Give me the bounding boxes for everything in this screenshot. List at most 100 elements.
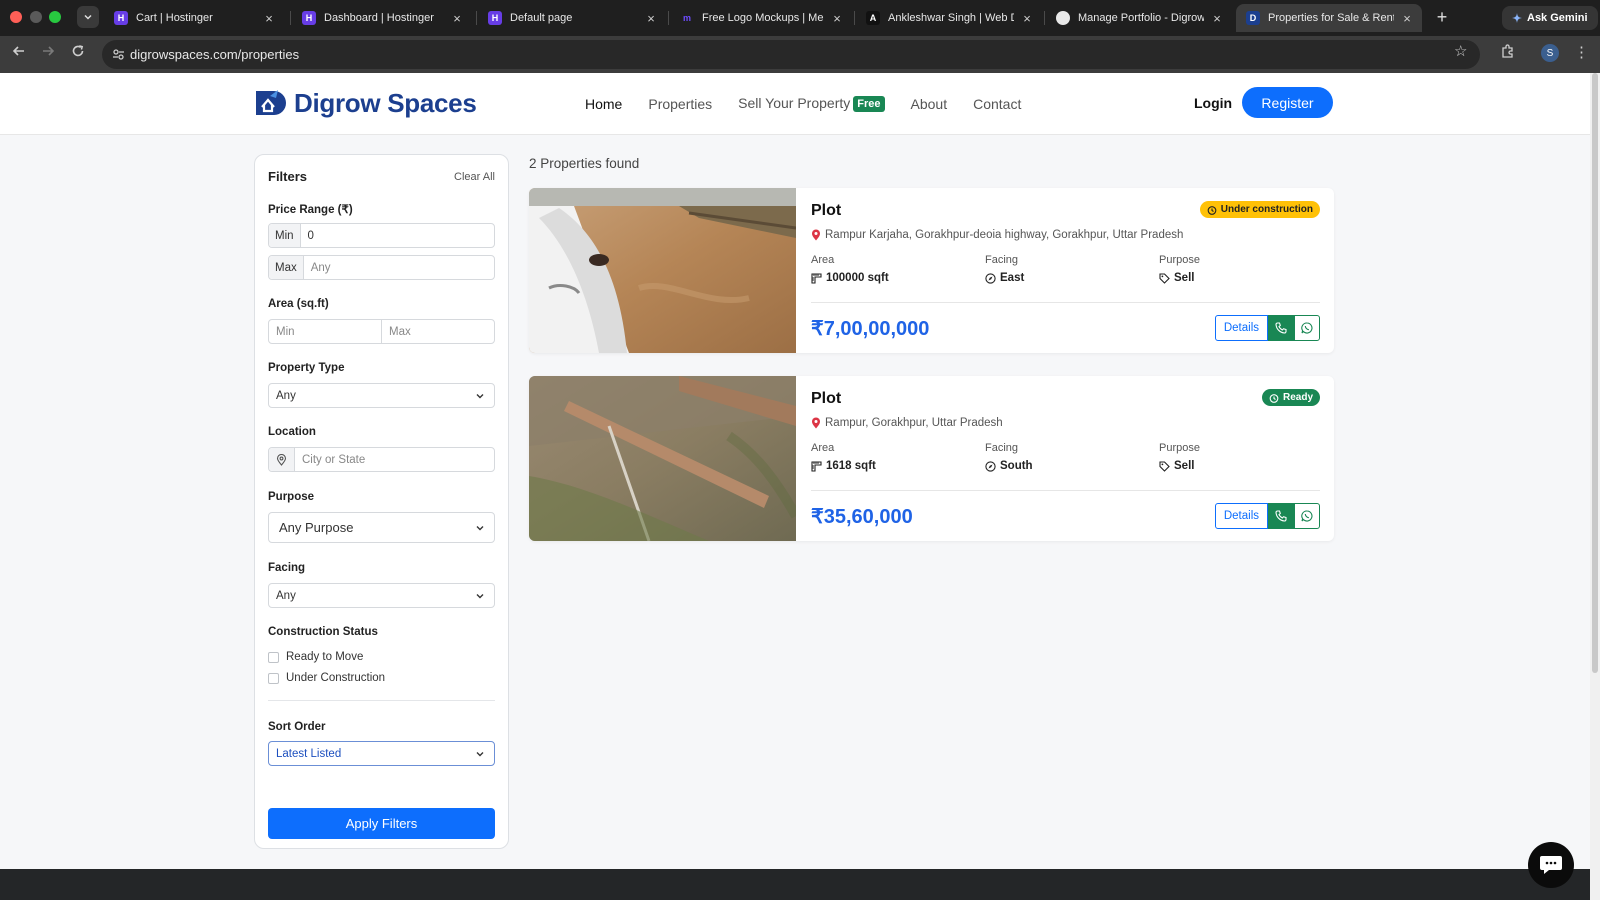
browser-tab[interactable]: m Free Logo Mockups | Media × — [670, 4, 852, 32]
status-badge-label: Ready — [1282, 392, 1313, 403]
window-maximize-button[interactable] — [49, 11, 61, 23]
main-nav: Home Properties Sell Your Property Free A… — [585, 95, 1047, 112]
browser-menu-icon[interactable]: ⋮ — [1574, 43, 1589, 61]
browser-tab[interactable]: H Default page × — [478, 4, 666, 32]
area-spec: Area 100000 sqft — [811, 254, 889, 284]
hostinger-icon: H — [302, 11, 316, 25]
arrow-left-icon — [12, 46, 24, 56]
price-min-input[interactable]: Min 0 — [268, 223, 495, 248]
price-max-input[interactable]: Max Any — [268, 255, 495, 280]
purpose-select[interactable]: Any Purpose — [268, 512, 495, 543]
tab-title: Properties for Sale & Rent | — [1268, 12, 1394, 24]
property-price: ₹7,00,00,000 — [811, 318, 930, 340]
ask-gemini-button[interactable]: Ask Gemini — [1502, 6, 1598, 30]
property-photo[interactable] — [529, 376, 796, 541]
property-title[interactable]: Plot — [811, 390, 841, 408]
tab-close-icon[interactable]: × — [644, 11, 658, 26]
tab-title: Ankleshwar Singh | Web De — [888, 12, 1014, 24]
checkbox-box[interactable] — [268, 672, 279, 684]
browser-tab[interactable]: A Ankleshwar Singh | Web De × — [856, 4, 1042, 32]
facing-select[interactable]: Any — [268, 583, 495, 608]
ruler-icon — [811, 272, 822, 284]
tab-close-icon[interactable]: × — [1400, 11, 1414, 26]
mockup-icon: m — [682, 13, 691, 23]
nav-sell-property[interactable]: Sell Your Property Free — [738, 95, 885, 112]
property-card[interactable]: Plot Under construction Rampur Karjaha, … — [529, 188, 1334, 353]
property-photo[interactable] — [529, 188, 796, 353]
nav-home[interactable]: Home — [585, 96, 622, 112]
browser-tab[interactable]: H Cart | Hostinger × — [104, 4, 284, 32]
tag-icon — [1159, 460, 1170, 472]
nav-sell-label: Sell Your Property — [738, 95, 851, 111]
nav-properties[interactable]: Properties — [648, 96, 712, 112]
map-pin-icon — [812, 229, 820, 241]
window-close-button[interactable] — [10, 11, 22, 23]
new-tab-button[interactable]: + — [1432, 8, 1452, 26]
checkbox-box[interactable] — [268, 651, 279, 663]
nav-contact[interactable]: Contact — [973, 96, 1021, 112]
chat-button[interactable] — [1528, 842, 1574, 888]
sort-order-select[interactable]: Latest Listed — [268, 741, 495, 766]
scrollbar-thumb[interactable] — [1592, 73, 1598, 673]
site-logo[interactable]: Digrow Spaces — [254, 87, 477, 119]
clear-all-button[interactable]: Clear All — [454, 171, 495, 183]
whatsapp-icon — [1301, 322, 1313, 334]
property-type-label: Property Type — [268, 362, 345, 374]
back-button[interactable] — [9, 44, 29, 64]
forward-button[interactable] — [38, 44, 58, 64]
tab-close-icon[interactable]: × — [1020, 11, 1034, 26]
property-location: Rampur Karjaha, Gorakhpur-deoia highway,… — [811, 229, 1183, 241]
sort-order-value: Latest Listed — [276, 747, 342, 760]
apply-filters-button[interactable]: Apply Filters — [268, 808, 495, 839]
property-card[interactable]: Plot Ready Rampur, Gorakhpur, Uttar Prad… — [529, 376, 1334, 541]
browser-tab[interactable]: H Dashboard | Hostinger × — [292, 4, 472, 32]
ruler-icon — [811, 460, 822, 472]
extensions-icon[interactable] — [1500, 44, 1515, 59]
details-button[interactable]: Details — [1214, 315, 1268, 341]
browser-tab[interactable]: Manage Portfolio - Digrow Y × — [1046, 4, 1232, 32]
details-button[interactable]: Details — [1214, 503, 1268, 529]
nav-about[interactable]: About — [911, 96, 948, 112]
purpose-value-text: Sell — [1174, 460, 1195, 472]
under-construction-checkbox[interactable]: Under Construction — [268, 672, 385, 684]
filters-divider — [268, 700, 495, 701]
chevron-down-icon — [476, 593, 484, 598]
whatsapp-button[interactable] — [1294, 315, 1320, 341]
area-spec-label: Area — [811, 442, 835, 454]
address-bar[interactable]: digrowspaces.com/properties — [102, 40, 1480, 69]
area-min-input[interactable]: Min — [269, 320, 381, 343]
call-button[interactable] — [1268, 315, 1294, 341]
phone-icon — [1275, 510, 1287, 522]
reload-button[interactable] — [68, 44, 88, 64]
register-button[interactable]: Register — [1242, 87, 1333, 118]
area-max-input[interactable]: Max — [381, 320, 494, 343]
tab-close-icon[interactable]: × — [262, 11, 276, 26]
page-scrollbar[interactable] — [1590, 73, 1600, 900]
login-link[interactable]: Login — [1194, 95, 1232, 111]
profile-avatar[interactable]: S — [1541, 44, 1559, 62]
chevron-down-icon — [476, 393, 484, 398]
price-max-placeholder: Any — [310, 261, 331, 274]
property-type-select[interactable]: Any — [268, 383, 495, 408]
window-minimize-button[interactable] — [30, 11, 42, 23]
whatsapp-button[interactable] — [1294, 503, 1320, 529]
ask-gemini-label: Ask Gemini — [1527, 12, 1588, 24]
property-title[interactable]: Plot — [811, 202, 841, 220]
call-button[interactable] — [1268, 503, 1294, 529]
facing-spec-value: South — [985, 460, 1033, 472]
location-placeholder: City or State — [302, 453, 366, 466]
browser-tab-active[interactable]: D Properties for Sale & Rent | × — [1236, 4, 1422, 32]
area-spec: Area 1618 sqft — [811, 442, 876, 472]
card-divider — [811, 490, 1320, 491]
site-info-icon[interactable] — [112, 48, 125, 61]
free-badge: Free — [853, 96, 885, 112]
ready-to-move-checkbox[interactable]: Ready to Move — [268, 651, 363, 663]
bookmark-star-icon[interactable]: ☆ — [1454, 42, 1467, 60]
ready-to-move-label: Ready to Move — [286, 651, 364, 663]
tag-icon — [1159, 272, 1170, 284]
tab-close-icon[interactable]: × — [450, 11, 464, 26]
tab-search-button[interactable] — [77, 6, 99, 28]
location-input[interactable]: City or State — [268, 447, 495, 472]
tab-close-icon[interactable]: × — [1210, 11, 1224, 26]
tab-close-icon[interactable]: × — [830, 11, 844, 26]
